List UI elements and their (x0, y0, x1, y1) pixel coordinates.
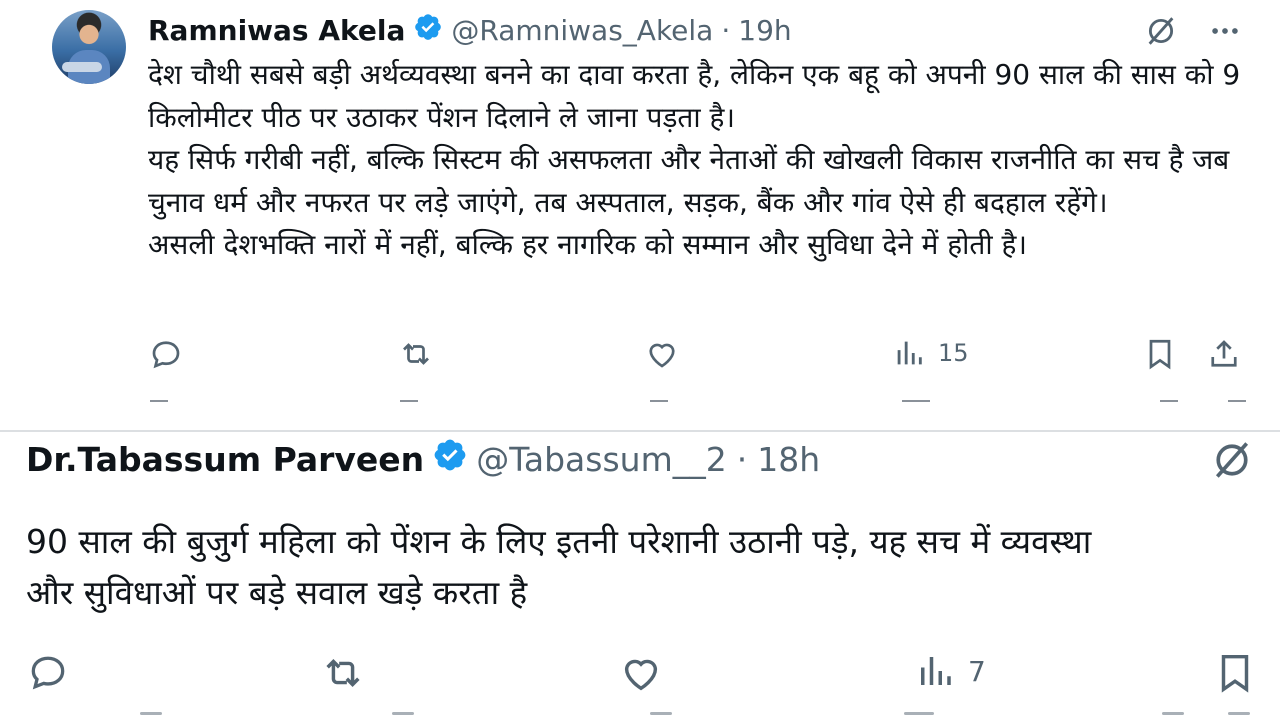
repost-icon (398, 336, 434, 372)
tweet-header: Ramniwas Akela @Ramniwas_Akela · 19h (148, 10, 792, 50)
reply-icon (148, 336, 184, 372)
views-button[interactable]: 15 (892, 336, 969, 370)
like-icon (618, 650, 664, 696)
reply-button[interactable] (26, 650, 70, 694)
bookmark-icon (1142, 336, 1178, 372)
screenshot-seam (0, 400, 1280, 432)
views-button[interactable]: 7 (914, 650, 986, 692)
author-name[interactable]: Ramniwas Akela (148, 14, 405, 47)
more-icon[interactable] (1208, 14, 1242, 48)
like-button[interactable] (644, 336, 680, 372)
dot-separator: · (721, 13, 731, 47)
grok-icon[interactable] (1144, 14, 1178, 48)
author-handle[interactable]: @Ramniwas_Akela (451, 14, 713, 47)
bookmark-button[interactable] (1212, 650, 1258, 696)
tweet-ramniwas[interactable]: Ramniwas Akela @Ramniwas_Akela · 19h देश… (0, 0, 1280, 400)
reply-icon (26, 650, 70, 694)
views-count: 15 (938, 339, 969, 367)
action-bar: 15 (0, 336, 1280, 380)
avatar[interactable] (52, 10, 126, 84)
grok-icon[interactable] (1210, 438, 1254, 482)
reply-button[interactable] (148, 336, 184, 372)
repost-button[interactable] (320, 650, 366, 696)
next-row-partial (0, 710, 1280, 720)
tweet-text: देश चौथी सबसे बड़ी अर्थव्यवस्था बनने का … (148, 58, 1241, 261)
tweet-tabassum[interactable]: Dr.Tabassum Parveen @Tabassum__2 · 18h 9… (0, 432, 1280, 720)
timestamp[interactable]: 19h (738, 14, 791, 47)
like-button[interactable] (618, 650, 664, 696)
dot-separator: · (736, 439, 748, 479)
verified-badge-icon (432, 437, 468, 481)
timestamp[interactable]: 18h (757, 440, 820, 479)
tweet-header: Dr.Tabassum Parveen @Tabassum__2 · 18h (26, 434, 820, 484)
views-count: 7 (968, 654, 986, 688)
repost-icon (320, 650, 366, 696)
author-handle[interactable]: @Tabassum__2 (476, 440, 727, 479)
action-bar: 7 (0, 650, 1280, 698)
like-icon (644, 336, 680, 372)
verified-badge-icon (413, 12, 443, 49)
views-icon (914, 650, 956, 692)
author-name[interactable]: Dr.Tabassum Parveen (26, 440, 424, 479)
views-icon (892, 336, 926, 370)
bookmark-button[interactable] (1142, 336, 1178, 372)
tweet-text: 90 साल की बुजुर्ग महिला को पेंशन के लिए … (26, 522, 1092, 612)
bookmark-icon (1212, 650, 1258, 696)
repost-button[interactable] (398, 336, 434, 372)
share-button[interactable] (1206, 336, 1242, 372)
share-icon (1206, 336, 1242, 372)
